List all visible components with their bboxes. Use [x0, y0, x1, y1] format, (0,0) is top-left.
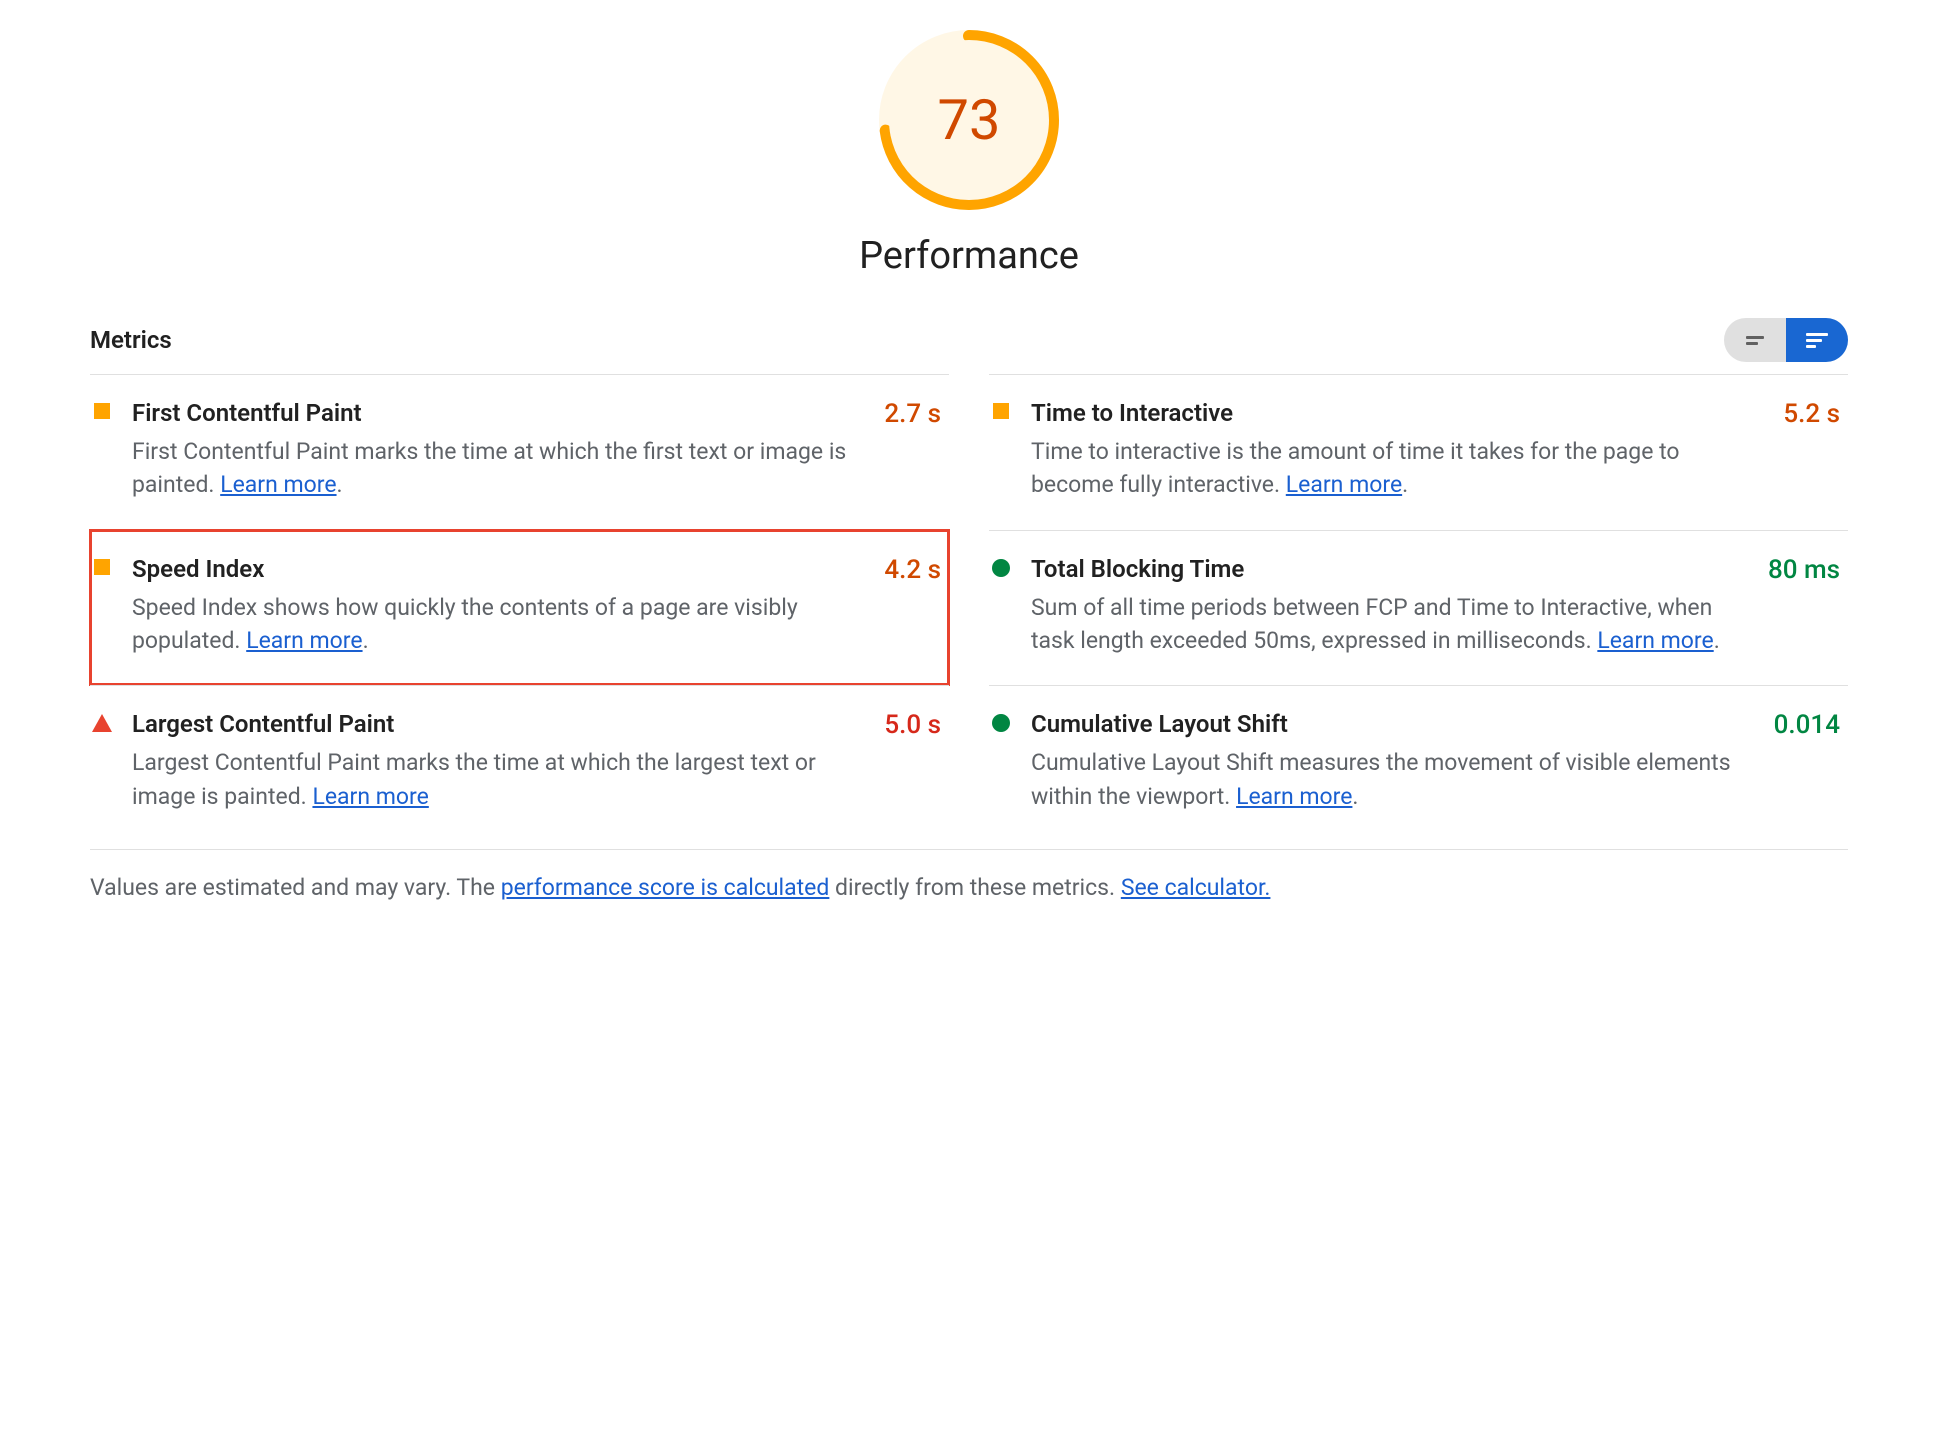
metric-value: 5.0 s: [884, 710, 941, 740]
metrics-label: Metrics: [90, 326, 172, 354]
compact-icon: [1746, 336, 1764, 345]
status-average-icon: [993, 403, 1009, 419]
metric-cls: Cumulative Layout Shift Cumulative Layou…: [989, 685, 1848, 841]
perf-calc-link[interactable]: performance score is calculated: [501, 874, 830, 901]
metric-title: Speed Index: [132, 555, 859, 583]
status-good-icon: [992, 714, 1010, 732]
footer-note: Values are estimated and may vary. The p…: [90, 849, 1848, 901]
compact-view-button[interactable]: [1724, 318, 1786, 362]
metric-value: 0.014: [1774, 710, 1840, 740]
metric-lcp: Largest Contentful Paint Largest Content…: [90, 685, 949, 841]
expanded-view-button[interactable]: [1786, 318, 1848, 362]
metric-description: Largest Contentful Paint marks the time …: [132, 746, 859, 813]
performance-header: 73 Performance: [90, 30, 1848, 278]
see-calculator-link[interactable]: See calculator.: [1121, 874, 1271, 901]
metric-description: First Contentful Paint marks the time at…: [132, 435, 859, 502]
metric-description: Speed Index shows how quickly the conten…: [132, 591, 859, 658]
metric-title: Total Blocking Time: [1031, 555, 1758, 583]
learn-more-link[interactable]: Learn more: [1597, 627, 1713, 654]
status-average-icon: [94, 559, 110, 575]
metric-tbt: Total Blocking Time Sum of all time peri…: [989, 530, 1848, 686]
expanded-icon: [1806, 333, 1828, 348]
metric-tti: Time to Interactive Time to interactive …: [989, 374, 1848, 530]
status-good-icon: [992, 559, 1010, 577]
view-toggle: [1724, 318, 1848, 362]
metric-description: Cumulative Layout Shift measures the mov…: [1031, 746, 1758, 813]
metric-value: 4.2 s: [884, 555, 941, 585]
metric-fcp: First Contentful Paint First Contentful …: [90, 374, 949, 530]
status-poor-icon: [92, 714, 112, 732]
learn-more-link[interactable]: Learn more: [1236, 783, 1352, 810]
metric-title: Largest Contentful Paint: [132, 710, 859, 738]
metrics-grid: First Contentful Paint First Contentful …: [90, 374, 1848, 841]
metric-title: First Contentful Paint: [132, 399, 859, 427]
learn-more-link[interactable]: Learn more: [312, 783, 428, 810]
score-value: 73: [938, 87, 1001, 153]
metric-title: Cumulative Layout Shift: [1031, 710, 1758, 738]
metric-description: Sum of all time periods between FCP and …: [1031, 591, 1758, 658]
metric-value: 80 ms: [1768, 555, 1840, 585]
score-gauge: 73: [879, 30, 1059, 210]
metric-value: 5.2 s: [1783, 399, 1840, 429]
metric-title: Time to Interactive: [1031, 399, 1758, 427]
learn-more-link[interactable]: Learn more: [220, 471, 336, 498]
metric-speed-index: Speed Index Speed Index shows how quickl…: [90, 530, 949, 686]
learn-more-link[interactable]: Learn more: [1286, 471, 1402, 498]
learn-more-link[interactable]: Learn more: [246, 627, 362, 654]
metric-value: 2.7 s: [884, 399, 941, 429]
section-title: Performance: [859, 234, 1079, 278]
metrics-header: Metrics: [90, 318, 1848, 374]
status-average-icon: [94, 403, 110, 419]
metric-description: Time to interactive is the amount of tim…: [1031, 435, 1758, 502]
